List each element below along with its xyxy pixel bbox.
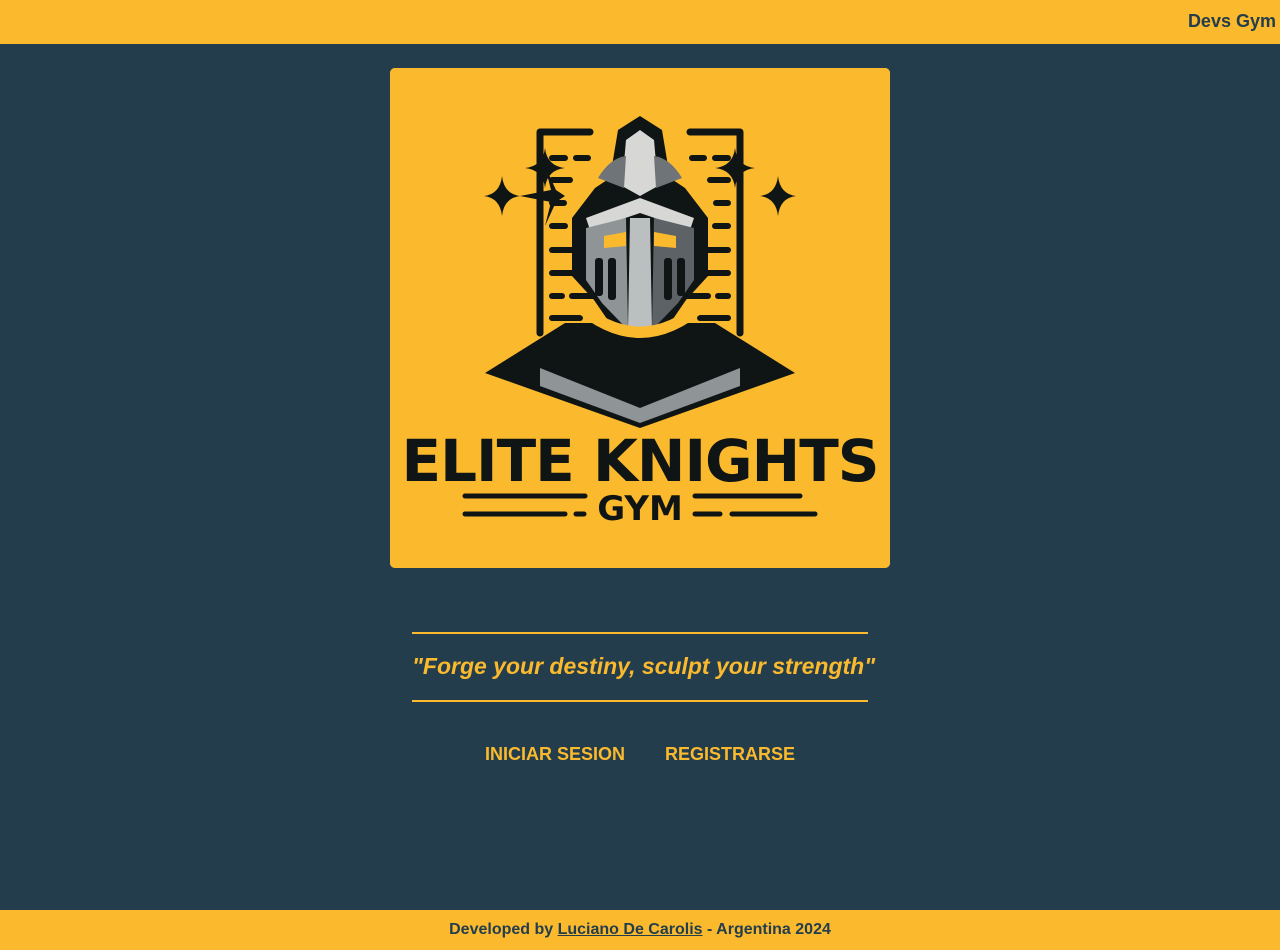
logo-title: ELITE KNIGHTS bbox=[401, 427, 878, 495]
footer: Developed by Luciano De Carolis - Argent… bbox=[0, 910, 1280, 950]
gym-logo-graphic: ELITE KNIGHTS GYM bbox=[390, 68, 890, 568]
top-navbar: Devs Gym bbox=[0, 0, 1280, 44]
register-button[interactable]: REGISTRARSE bbox=[665, 742, 795, 766]
gym-logo: ELITE KNIGHTS GYM bbox=[390, 68, 890, 568]
author-link[interactable]: Luciano De Carolis bbox=[558, 921, 703, 938]
brand-title[interactable]: Devs Gym bbox=[1188, 11, 1276, 32]
action-buttons: INICIAR SESION REGISTRARSE bbox=[0, 742, 1280, 766]
logo-subtitle: GYM bbox=[597, 489, 683, 529]
login-button[interactable]: INICIAR SESION bbox=[485, 742, 625, 766]
footer-prefix: Developed by bbox=[449, 921, 558, 938]
footer-suffix: - Argentina 2024 bbox=[702, 921, 831, 938]
quote-block: "Forge your destiny, sculpt your strengt… bbox=[412, 632, 876, 702]
tagline-quote: "Forge your destiny, sculpt your strengt… bbox=[412, 653, 876, 679]
